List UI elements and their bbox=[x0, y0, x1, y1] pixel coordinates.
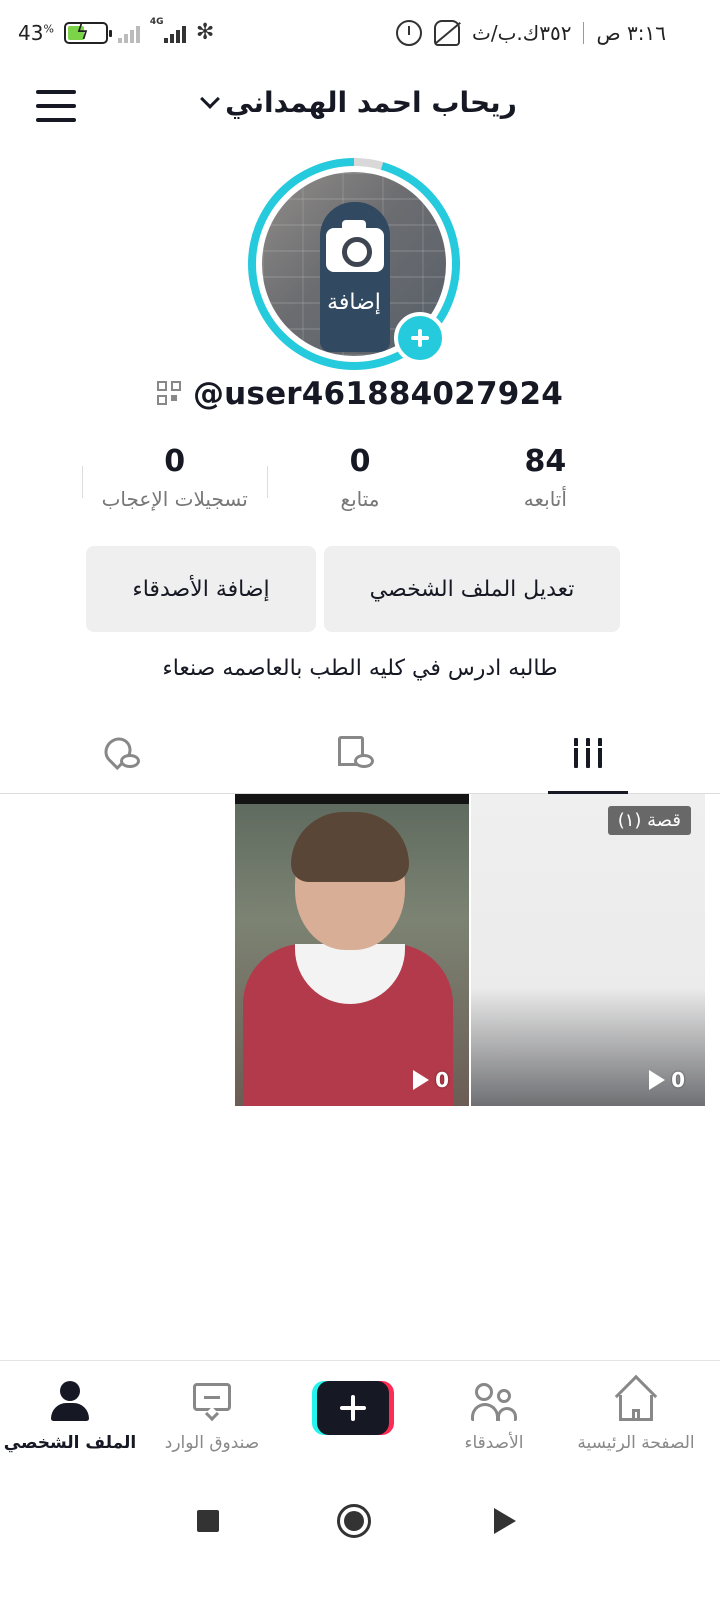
stat-followers[interactable]: 0 متابع bbox=[267, 444, 452, 524]
home-icon bbox=[613, 1374, 659, 1423]
content-tabs bbox=[0, 722, 720, 794]
edit-profile-button[interactable]: تعديل الملف الشخصي bbox=[324, 546, 620, 632]
battery-percent: 43% bbox=[18, 21, 54, 45]
camera-icon bbox=[326, 220, 384, 272]
nav-label: الملف الشخصي bbox=[3, 1433, 137, 1453]
play-icon bbox=[649, 1070, 666, 1090]
battery-icon: ϟ bbox=[63, 19, 112, 44]
status-left: 43% ϟ 4G ✻ bbox=[18, 17, 215, 46]
username: @user461884027924 bbox=[192, 376, 564, 412]
story-badge: قصة (١) bbox=[607, 806, 691, 835]
muted-bell-icon bbox=[434, 20, 460, 46]
video-thumbnail[interactable]: 0 bbox=[235, 794, 469, 1106]
charging-bolt-icon: ϟ bbox=[75, 19, 90, 44]
stat-label: تسجيلات الإعجاب bbox=[101, 487, 248, 511]
network-type: 4G bbox=[149, 16, 164, 27]
clock: ٣:١٦ ص bbox=[596, 21, 666, 45]
nav-friends[interactable]: الأصدقاء bbox=[424, 1379, 564, 1453]
bottom-nav: الصفحة الرئيسية الأصدقاء صندوق الوارد ال… bbox=[0, 1360, 720, 1476]
qr-code-icon[interactable] bbox=[156, 381, 183, 407]
play-count-value: 0 bbox=[671, 1068, 685, 1092]
username-row: @user461884027924 bbox=[0, 376, 720, 412]
stat-label: متابع bbox=[340, 487, 380, 511]
home-button[interactable] bbox=[337, 1504, 371, 1538]
nav-inbox[interactable]: صندوق الوارد bbox=[142, 1379, 282, 1453]
stat-label: أتابعه bbox=[523, 487, 567, 511]
heart-hidden-icon bbox=[98, 731, 140, 771]
play-count: 0 bbox=[649, 1068, 685, 1092]
tab-videos[interactable] bbox=[548, 722, 628, 794]
profile-name: ريحاب احمد الهمداني bbox=[225, 86, 517, 119]
nav-label: الصفحة الرئيسية bbox=[577, 1433, 695, 1453]
status-right: ٣٥٢ك.ب/ث ٣:١٦ ص bbox=[396, 20, 666, 46]
profile-icon bbox=[47, 1379, 93, 1423]
plus-icon bbox=[317, 1381, 389, 1435]
recents-button[interactable] bbox=[197, 1510, 219, 1532]
bluetooth-icon: ✻ bbox=[195, 20, 215, 45]
profile-header: ريحاب احمد الهمداني bbox=[0, 70, 720, 140]
nav-label: صندوق الوارد bbox=[164, 1433, 260, 1453]
stat-likes[interactable]: 0 تسجيلات الإعجاب bbox=[82, 444, 267, 524]
system-nav-bar bbox=[0, 1476, 720, 1600]
stat-value: 0 bbox=[349, 444, 371, 479]
profile-stats: 84 أتابعه 0 متابع 0 تسجيلات الإعجاب bbox=[82, 444, 638, 524]
signal-icon-4g: 4G bbox=[150, 17, 186, 43]
status-divider bbox=[583, 22, 585, 44]
inbox-icon bbox=[189, 1379, 235, 1423]
video-grid: قصة (١) 0 0 bbox=[0, 794, 720, 1106]
account-switcher[interactable]: ريحاب احمد الهمداني bbox=[0, 86, 720, 119]
video-thumbnail-story[interactable]: قصة (١) 0 bbox=[471, 794, 705, 1106]
tab-liked[interactable] bbox=[80, 722, 160, 794]
nav-label: الأصدقاء bbox=[464, 1433, 524, 1453]
tab-favorites[interactable] bbox=[314, 722, 394, 794]
data-rate: ٣٥٢ك.ب/ث bbox=[472, 21, 572, 45]
play-count: 0 bbox=[413, 1068, 449, 1092]
battery-percent-value: 43 bbox=[18, 20, 44, 45]
add-friends-button[interactable]: إضافة الأصدقاء bbox=[86, 546, 316, 632]
add-story-button[interactable] bbox=[394, 312, 446, 364]
play-icon bbox=[413, 1070, 430, 1090]
nav-profile[interactable]: الملف الشخصي bbox=[0, 1379, 140, 1453]
alarm-icon bbox=[396, 20, 422, 46]
signal-icon-sim2 bbox=[117, 23, 140, 43]
back-button[interactable] bbox=[494, 1508, 516, 1534]
stat-following[interactable]: 84 أتابعه bbox=[453, 444, 638, 524]
stat-value: 0 bbox=[164, 444, 186, 479]
battery-percent-sign: % bbox=[43, 21, 54, 35]
stat-value: 84 bbox=[524, 444, 567, 479]
bio: طالبه ادرس في كليه الطب بالعاصمه صنعاء bbox=[162, 656, 558, 681]
friends-icon bbox=[471, 1379, 517, 1423]
status-bar: 43% ϟ 4G ✻ ٣٥٢ك.ب/ث ٣:١٦ ص bbox=[0, 0, 720, 70]
grid-icon bbox=[573, 738, 603, 768]
bookmark-hidden-icon bbox=[336, 736, 374, 768]
chevron-down-icon bbox=[200, 88, 221, 109]
play-count-value: 0 bbox=[435, 1068, 449, 1092]
nav-home[interactable]: الصفحة الرئيسية bbox=[566, 1374, 706, 1453]
create-button[interactable] bbox=[312, 1381, 394, 1435]
